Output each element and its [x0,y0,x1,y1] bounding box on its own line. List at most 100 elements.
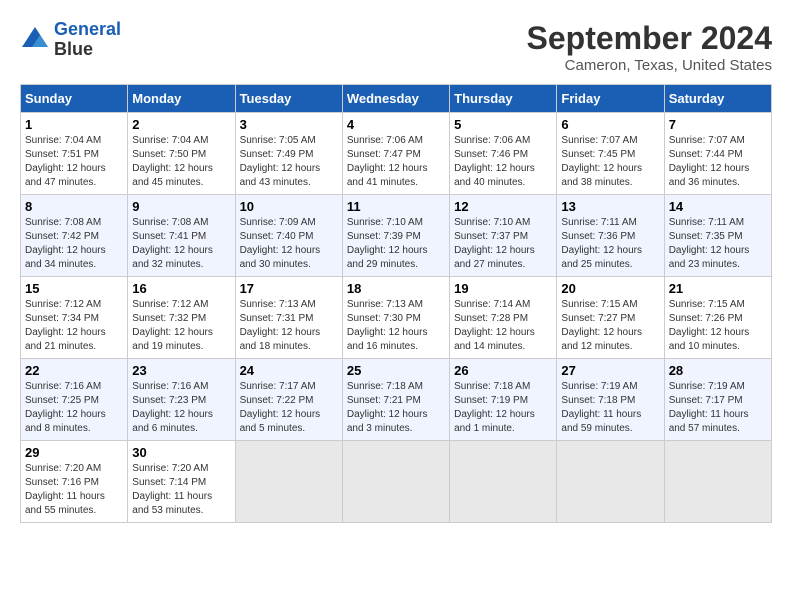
calendar-week-2: 8 Sunrise: 7:08 AMSunset: 7:42 PMDaylight… [21,195,772,277]
day-number: 8 [25,199,123,214]
calendar-cell: 9 Sunrise: 7:08 AMSunset: 7:41 PMDaylight… [128,195,235,277]
calendar-cell: 13 Sunrise: 7:11 AMSunset: 7:36 PMDayligh… [557,195,664,277]
day-number: 26 [454,363,552,378]
calendar-cell: 22 Sunrise: 7:16 AMSunset: 7:25 PMDayligh… [21,359,128,441]
page-header: General Blue September 2024 Cameron, Tex… [20,20,772,74]
day-number: 30 [132,445,230,460]
calendar-cell: 12Sunrise: 7:10 AMSunset: 7:37 PMDayligh… [450,195,557,277]
calendar-cell: 15Sunrise: 7:12 AMSunset: 7:34 PMDayligh… [21,277,128,359]
page-subtitle: Cameron, Texas, United States [527,57,772,74]
day-number: 29 [25,445,123,460]
day-info: Sunrise: 7:19 AMSunset: 7:17 PMDaylight:… [669,380,767,436]
calendar-cell: 20 Sunrise: 7:15 AMSunset: 7:27 PMDayligh… [557,277,664,359]
logo: General Blue [20,20,121,60]
calendar-cell: 21Sunrise: 7:15 AMSunset: 7:26 PMDayligh… [664,277,771,359]
day-info: Sunrise: 7:12 AMSunset: 7:34 PMDaylight:… [25,298,123,354]
calendar-cell: 14 Sunrise: 7:11 AMSunset: 7:35 PMDayligh… [664,195,771,277]
day-info: Sunrise: 7:15 AMSunset: 7:27 PMDaylight:… [561,298,659,354]
day-info: Sunrise: 7:07 AMSunset: 7:45 PMDaylight:… [561,134,659,190]
column-header-thursday: Thursday [450,85,557,113]
day-info: Sunrise: 7:20 AMSunset: 7:16 PMDaylight:… [25,462,123,518]
day-number: 7 [669,117,767,132]
day-number: 17 [240,281,338,296]
day-info: Sunrise: 7:08 AMSunset: 7:42 PMDaylight:… [25,216,123,272]
calendar-cell: 28Sunrise: 7:19 AMSunset: 7:17 PMDayligh… [664,359,771,441]
day-number: 4 [347,117,445,132]
calendar-cell: 25 Sunrise: 7:18 AMSunset: 7:21 PMDayligh… [342,359,449,441]
calendar-cell: 17 Sunrise: 7:13 AMSunset: 7:31 PMDayligh… [235,277,342,359]
logo-text: General Blue [54,20,121,60]
day-number: 25 [347,363,445,378]
day-info: Sunrise: 7:18 AMSunset: 7:21 PMDaylight:… [347,380,445,436]
calendar-cell: 10Sunrise: 7:09 AMSunset: 7:40 PMDayligh… [235,195,342,277]
day-number: 2 [132,117,230,132]
calendar-cell: 29 Sunrise: 7:20 AMSunset: 7:16 PMDayligh… [21,441,128,523]
day-number: 24 [240,363,338,378]
calendar-cell: 18 Sunrise: 7:13 AMSunset: 7:30 PMDayligh… [342,277,449,359]
day-number: 22 [25,363,123,378]
day-info: Sunrise: 7:07 AMSunset: 7:44 PMDaylight:… [669,134,767,190]
day-info: Sunrise: 7:19 AMSunset: 7:18 PMDaylight:… [561,380,659,436]
calendar-cell: 19Sunrise: 7:14 AMSunset: 7:28 PMDayligh… [450,277,557,359]
calendar-header: SundayMondayTuesdayWednesdayThursdayFrid… [21,85,772,113]
calendar-week-4: 22 Sunrise: 7:16 AMSunset: 7:25 PMDayligh… [21,359,772,441]
calendar-cell [664,441,771,523]
calendar-cell: 2Sunrise: 7:04 AMSunset: 7:50 PMDaylight… [128,113,235,195]
day-info: Sunrise: 7:13 AMSunset: 7:30 PMDaylight:… [347,298,445,354]
calendar-cell: 30 Sunrise: 7:20 AMSunset: 7:14 PMDayligh… [128,441,235,523]
day-info: Sunrise: 7:11 AMSunset: 7:35 PMDaylight:… [669,216,767,272]
day-number: 1 [25,117,123,132]
calendar-cell: 16 Sunrise: 7:12 AMSunset: 7:32 PMDayligh… [128,277,235,359]
day-number: 5 [454,117,552,132]
calendar-week-3: 15Sunrise: 7:12 AMSunset: 7:34 PMDayligh… [21,277,772,359]
calendar-cell: 3Sunrise: 7:05 AMSunset: 7:49 PMDaylight… [235,113,342,195]
day-info: Sunrise: 7:09 AMSunset: 7:40 PMDaylight:… [240,216,338,272]
day-info: Sunrise: 7:18 AMSunset: 7:19 PMDaylight:… [454,380,552,436]
calendar-cell: 24Sunrise: 7:17 AMSunset: 7:22 PMDayligh… [235,359,342,441]
day-number: 12 [454,199,552,214]
day-info: Sunrise: 7:13 AMSunset: 7:31 PMDaylight:… [240,298,338,354]
calendar-cell: 7 Sunrise: 7:07 AMSunset: 7:44 PMDaylight… [664,113,771,195]
day-info: Sunrise: 7:10 AMSunset: 7:39 PMDaylight:… [347,216,445,272]
day-number: 21 [669,281,767,296]
day-info: Sunrise: 7:20 AMSunset: 7:14 PMDaylight:… [132,462,230,518]
day-info: Sunrise: 7:16 AMSunset: 7:23 PMDaylight:… [132,380,230,436]
calendar-cell: 1Sunrise: 7:04 AMSunset: 7:51 PMDaylight… [21,113,128,195]
title-block: September 2024 Cameron, Texas, United St… [527,20,772,74]
day-info: Sunrise: 7:08 AMSunset: 7:41 PMDaylight:… [132,216,230,272]
day-number: 27 [561,363,659,378]
day-info: Sunrise: 7:14 AMSunset: 7:28 PMDaylight:… [454,298,552,354]
day-number: 11 [347,199,445,214]
day-info: Sunrise: 7:16 AMSunset: 7:25 PMDaylight:… [25,380,123,436]
day-info: Sunrise: 7:11 AMSunset: 7:36 PMDaylight:… [561,216,659,272]
day-number: 16 [132,281,230,296]
day-number: 20 [561,281,659,296]
calendar-cell: 11 Sunrise: 7:10 AMSunset: 7:39 PMDayligh… [342,195,449,277]
calendar-cell: 23 Sunrise: 7:16 AMSunset: 7:23 PMDayligh… [128,359,235,441]
column-header-sunday: Sunday [21,85,128,113]
day-number: 14 [669,199,767,214]
logo-icon [20,25,50,55]
day-number: 9 [132,199,230,214]
page-title: September 2024 [527,20,772,57]
day-info: Sunrise: 7:12 AMSunset: 7:32 PMDaylight:… [132,298,230,354]
day-info: Sunrise: 7:06 AMSunset: 7:47 PMDaylight:… [347,134,445,190]
column-header-tuesday: Tuesday [235,85,342,113]
day-number: 13 [561,199,659,214]
column-header-saturday: Saturday [664,85,771,113]
day-number: 23 [132,363,230,378]
calendar-cell: 5 Sunrise: 7:06 AMSunset: 7:46 PMDaylight… [450,113,557,195]
column-header-wednesday: Wednesday [342,85,449,113]
column-header-friday: Friday [557,85,664,113]
calendar-cell [342,441,449,523]
day-info: Sunrise: 7:05 AMSunset: 7:49 PMDaylight:… [240,134,338,190]
day-info: Sunrise: 7:06 AMSunset: 7:46 PMDaylight:… [454,134,552,190]
calendar-cell: 8 Sunrise: 7:08 AMSunset: 7:42 PMDaylight… [21,195,128,277]
calendar-cell: 6Sunrise: 7:07 AMSunset: 7:45 PMDaylight… [557,113,664,195]
calendar-week-5: 29 Sunrise: 7:20 AMSunset: 7:16 PMDayligh… [21,441,772,523]
calendar-cell [235,441,342,523]
day-number: 18 [347,281,445,296]
calendar-cell [557,441,664,523]
calendar-cell: 4 Sunrise: 7:06 AMSunset: 7:47 PMDaylight… [342,113,449,195]
calendar-week-1: 1Sunrise: 7:04 AMSunset: 7:51 PMDaylight… [21,113,772,195]
